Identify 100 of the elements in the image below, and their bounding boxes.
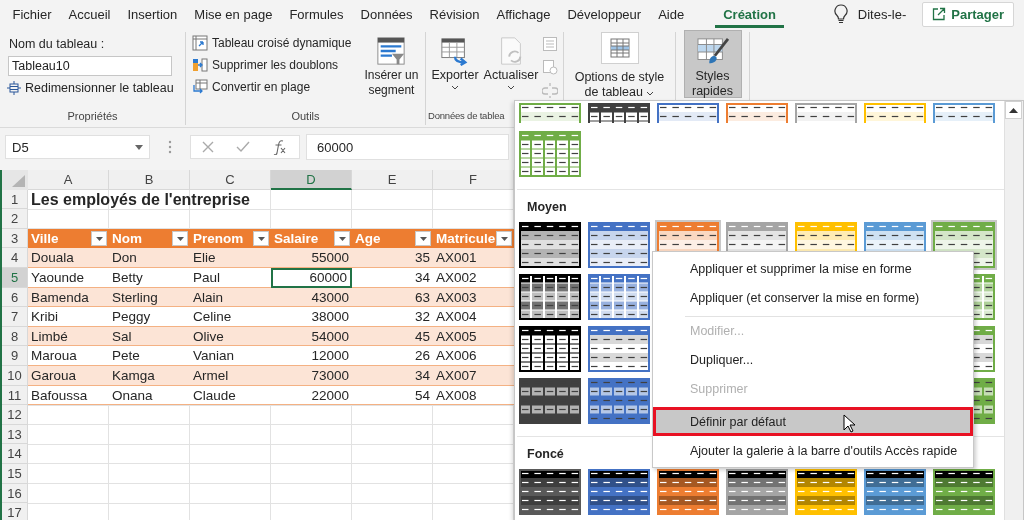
table-style-swatch[interactable] bbox=[586, 467, 652, 517]
ribbon-command[interactable]: Tableau croisé dynamique bbox=[191, 32, 353, 54]
export-table-icon bbox=[440, 36, 470, 66]
drag-handle-icon[interactable] bbox=[168, 140, 172, 154]
scroll-up-button[interactable] bbox=[1005, 101, 1022, 119]
filter-button[interactable] bbox=[253, 231, 269, 247]
ribbon-tab[interactable]: Développeur bbox=[558, 0, 650, 28]
ribbon-tab[interactable]: Mise en page bbox=[185, 0, 281, 28]
filter-button[interactable] bbox=[415, 231, 431, 247]
resize-icon bbox=[7, 81, 21, 95]
menu-item[interactable]: Appliquer (et conserver la mise en forme) bbox=[653, 283, 973, 312]
style-options-button[interactable]: Options de style de tableau bbox=[567, 32, 672, 98]
table-cell: 26 bbox=[352, 346, 433, 366]
row-header[interactable]: 15 bbox=[2, 463, 28, 484]
table-style-swatch[interactable] bbox=[517, 272, 583, 322]
share-button[interactable]: Partager bbox=[922, 1, 1014, 27]
table-style-swatch[interactable] bbox=[724, 467, 790, 517]
table-cell: AX003 bbox=[433, 287, 514, 308]
dropdown-arrow-icon bbox=[95, 236, 103, 241]
table-cell: Bafoussa bbox=[28, 385, 109, 406]
column-header[interactable]: D bbox=[271, 170, 352, 190]
ribbon-command[interactable]: Convertir en plage bbox=[191, 76, 353, 98]
filter-button[interactable] bbox=[91, 231, 107, 247]
column-title: Salaire bbox=[274, 230, 319, 249]
table-cell: 34 bbox=[352, 267, 433, 288]
table-name-field[interactable]: Tableau10 bbox=[8, 56, 172, 76]
ribbon-tab[interactable]: Insertion bbox=[118, 0, 186, 28]
lightbulb-icon[interactable] bbox=[833, 4, 848, 24]
filter-button[interactable] bbox=[172, 231, 188, 247]
row-header[interactable]: 7 bbox=[2, 307, 28, 327]
column-title: Ville bbox=[31, 230, 59, 249]
row-header[interactable]: 1 bbox=[2, 189, 28, 210]
table-cell: Armel bbox=[190, 365, 271, 386]
table-cell: Limbé bbox=[28, 326, 109, 347]
insert-slicer-button[interactable]: Insérer un segment bbox=[354, 32, 429, 110]
ribbon-button[interactable]: Exporter bbox=[428, 32, 482, 110]
table-cell: Celine bbox=[190, 307, 271, 327]
tell-me-search[interactable]: Dites-le- bbox=[857, 6, 907, 22]
check-icon[interactable] bbox=[236, 141, 250, 153]
column-header[interactable]: E bbox=[352, 170, 433, 190]
table-style-swatch[interactable] bbox=[931, 467, 997, 517]
table-cell: 55000 bbox=[271, 248, 352, 268]
table-cell: 63 bbox=[352, 287, 433, 308]
ribbon-tab[interactable]: Révision bbox=[421, 0, 488, 28]
table-cell: AX004 bbox=[433, 307, 514, 327]
row-header[interactable]: 10 bbox=[2, 365, 28, 386]
table-style-swatch[interactable] bbox=[586, 272, 652, 322]
table-cell: Sterling bbox=[109, 287, 190, 308]
row-header[interactable]: 17 bbox=[2, 503, 28, 520]
row-header[interactable]: 4 bbox=[2, 248, 28, 268]
table-name-label: Nom du tableau : bbox=[9, 37, 106, 51]
row-header[interactable]: 9 bbox=[2, 346, 28, 366]
slicer-icon bbox=[376, 36, 407, 66]
column-header[interactable]: C bbox=[190, 170, 271, 190]
table-style-swatch[interactable] bbox=[517, 467, 583, 517]
row-header[interactable]: 5 bbox=[2, 267, 28, 288]
ribbon-tab[interactable]: Données bbox=[352, 0, 422, 28]
menu-item[interactable]: Dupliquer... bbox=[653, 345, 973, 374]
resize-table-button[interactable]: Redimensionner le tableau bbox=[5, 78, 180, 98]
menu-item[interactable]: Ajouter la galerie à la barre d'outils Accès rapide bbox=[653, 436, 973, 465]
ribbon-tab[interactable]: Formules bbox=[280, 0, 353, 28]
row-header[interactable]: 13 bbox=[2, 424, 28, 445]
table-style-swatch[interactable] bbox=[862, 467, 928, 517]
filter-button[interactable] bbox=[334, 231, 350, 247]
menu-item[interactable]: Définir par défaut bbox=[653, 407, 973, 436]
ribbon-tab[interactable]: Fichier bbox=[4, 0, 60, 28]
function-icon[interactable] bbox=[272, 139, 288, 155]
ribbon-tab[interactable]: Accueil bbox=[60, 0, 119, 28]
table-cell: Kribi bbox=[28, 307, 109, 327]
table-style-swatch[interactable] bbox=[655, 467, 721, 517]
menu-item[interactable]: Appliquer et supprimer la mise en forme bbox=[653, 254, 973, 283]
table-cell: AX001 bbox=[433, 248, 514, 268]
filter-button[interactable] bbox=[496, 231, 512, 247]
table-cell: 60000 bbox=[271, 267, 352, 288]
name-box[interactable]: D5 bbox=[5, 135, 150, 159]
table-cell: Pete bbox=[109, 346, 190, 366]
column-header[interactable]: F bbox=[433, 170, 514, 190]
row-header[interactable]: 16 bbox=[2, 483, 28, 504]
sheet-title: Les employés de l'entreprise bbox=[30, 189, 251, 210]
row-header[interactable]: 6 bbox=[2, 287, 28, 308]
row-header[interactable]: 14 bbox=[2, 444, 28, 464]
row-header[interactable]: 8 bbox=[2, 326, 28, 347]
column-title: Age bbox=[355, 230, 381, 249]
row-header[interactable]: 2 bbox=[2, 209, 28, 229]
table-cell: Paul bbox=[190, 267, 271, 288]
formula-field[interactable]: 60000 bbox=[306, 134, 509, 160]
column-header[interactable]: B bbox=[109, 170, 190, 190]
ribbon-tab[interactable]: Aide bbox=[649, 0, 693, 28]
group-label: Propriétés bbox=[66, 110, 119, 124]
table-cell: AX005 bbox=[433, 326, 514, 347]
table-cell: 12000 bbox=[271, 346, 352, 366]
row-header[interactable]: 12 bbox=[2, 405, 28, 425]
ribbon-command[interactable]: Supprimer les doublons bbox=[191, 54, 353, 76]
row-header[interactable]: 3 bbox=[2, 228, 28, 249]
dropdown-arrow-icon bbox=[176, 236, 184, 241]
ribbon-tab[interactable]: Affichage bbox=[487, 0, 559, 28]
table-style-swatch[interactable] bbox=[793, 467, 859, 517]
column-header[interactable]: A bbox=[28, 170, 109, 190]
ribbon-button[interactable]: Actualiser bbox=[484, 32, 538, 110]
row-header[interactable]: 11 bbox=[2, 385, 28, 406]
